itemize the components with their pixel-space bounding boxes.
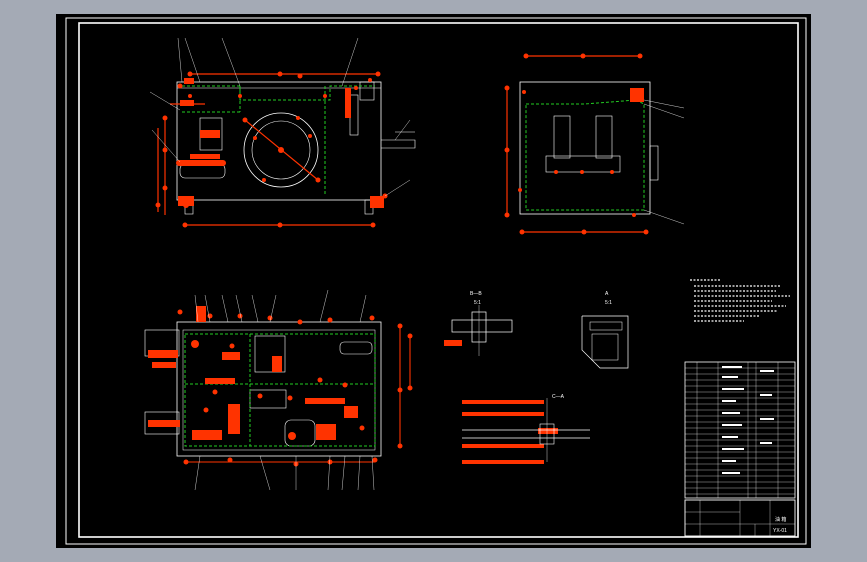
drawing-title: 油 箱 (775, 516, 786, 523)
section-b-label: B—B (470, 291, 482, 297)
section-b-scale: 5:1 (474, 300, 481, 306)
drawing-viewport[interactable]: B—B 5:1 A 5:1 C—A 油 箱 YX-01 (0, 0, 867, 562)
drawing-sheet (56, 14, 811, 548)
section-a-scale: 5:1 (605, 300, 612, 306)
section-c-label: C—A (552, 394, 565, 400)
drawing-number: YX-01 (773, 528, 787, 534)
